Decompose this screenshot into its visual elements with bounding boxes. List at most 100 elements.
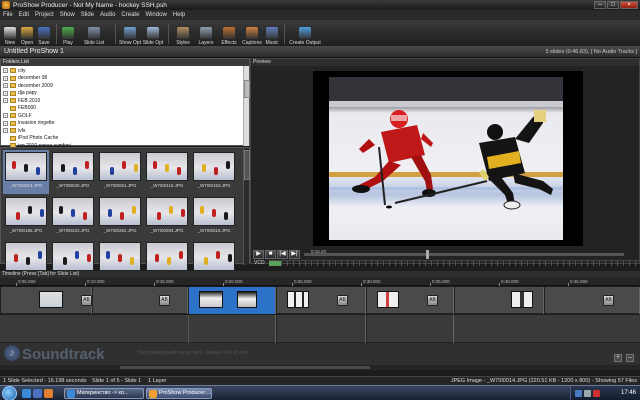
transition-icon[interactable]: AB	[603, 295, 614, 306]
captions-button[interactable]: Captions	[241, 22, 263, 46]
timeline-tick	[16, 283, 17, 286]
file-thumbnail[interactable]: _W7I00284.JPG	[144, 195, 190, 239]
timeline-slide-1[interactable]	[188, 287, 276, 314]
network-icon[interactable]	[575, 390, 582, 397]
music-button[interactable]: Music	[264, 22, 280, 46]
menu-audio[interactable]: Audio	[100, 12, 115, 18]
timeline-slide-4[interactable]	[454, 287, 544, 314]
timeline-slide-gap[interactable]: AB	[92, 287, 188, 314]
taskbar-item-browser[interactable]: Материнство -> ко...	[64, 388, 144, 399]
security-icon[interactable]	[593, 390, 600, 397]
thumbnails-scrollbar[interactable]	[243, 148, 250, 265]
volume-icon[interactable]	[584, 390, 591, 397]
expand-toggle-icon[interactable]: +	[3, 75, 8, 81]
menu-window[interactable]: Window	[145, 12, 166, 18]
folder-item[interactable]: + FEB 2010	[3, 97, 247, 105]
folder-item[interactable]: + december 08	[3, 75, 247, 83]
layers-button[interactable]: Layers	[195, 22, 217, 46]
styles-button[interactable]: Styles	[172, 22, 194, 46]
file-thumbnail[interactable]: _W7I00040.JPG	[50, 150, 96, 194]
folder-item[interactable]: + GOLF	[3, 112, 247, 120]
slide-opt-button[interactable]: Slide Opt	[142, 22, 164, 46]
folder-item[interactable]: iPod Photo Cache	[3, 135, 247, 143]
taskbar-item-proshow[interactable]: ProShow Producer ...	[146, 388, 212, 399]
remove-track-button[interactable]: –	[626, 354, 634, 362]
menu-slide[interactable]: Slide	[81, 12, 94, 18]
effects-button[interactable]: Effects	[218, 22, 240, 46]
transition-icon[interactable]: AB	[159, 295, 170, 306]
timeline-tick-label: 0:05.000	[18, 279, 36, 284]
app-icon	[2, 1, 10, 9]
menu-create[interactable]: Create	[121, 12, 139, 18]
menu-edit[interactable]: Edit	[19, 12, 29, 18]
menu-file[interactable]: File	[3, 12, 13, 18]
menu-help[interactable]: Help	[173, 12, 185, 18]
file-thumbnail[interactable]: _W7I00185.JPG	[3, 195, 49, 239]
new-button[interactable]: New	[2, 22, 18, 46]
expand-toggle-icon[interactable]: +	[3, 98, 8, 104]
file-thumbnail[interactable]: _W7I00222.JPG	[50, 195, 96, 239]
menu-project[interactable]: Project	[35, 12, 54, 18]
transition-icon[interactable]: AB	[81, 295, 92, 306]
expand-toggle-icon[interactable]: +	[3, 113, 8, 119]
folders-scrollbar[interactable]	[243, 66, 250, 146]
timeline-slide-3[interactable]: AB	[366, 287, 454, 314]
playhead-handle[interactable]	[426, 249, 429, 259]
start-button[interactable]	[2, 386, 17, 400]
expand-toggle-icon[interactable]: +	[3, 128, 8, 134]
thumbnail-image	[193, 242, 235, 271]
expand-toggle-icon[interactable]: +	[3, 120, 8, 126]
folder-item[interactable]: + dja papy	[3, 90, 247, 98]
play-button[interactable]: Play	[60, 22, 76, 46]
playback-progress[interactable]	[304, 249, 624, 259]
thumbnail-image	[5, 197, 47, 226]
folder-label: FEB 2010	[18, 97, 41, 104]
timeline-slide-2[interactable]: AB	[276, 287, 366, 314]
soundtrack-area[interactable]: ♪ Soundtrack Drop background songs here.…	[0, 343, 640, 365]
browser-icon[interactable]	[33, 389, 42, 398]
timeline-scrollbar[interactable]	[0, 365, 640, 370]
maximize-button[interactable]: □	[607, 1, 619, 9]
transition-icon[interactable]: AB	[337, 295, 348, 306]
menu-show[interactable]: Show	[60, 12, 75, 18]
file-thumbnail[interactable]: _W7I00014.JPG	[3, 150, 49, 194]
toolbar-separator	[115, 24, 116, 44]
show-desktop-icon[interactable]	[22, 389, 31, 398]
thumbnail-label: _W7I00262.JPG	[103, 228, 137, 233]
stop-button[interactable]: ■	[265, 249, 276, 259]
file-thumbnail[interactable]: _W7I00262.JPG	[97, 195, 143, 239]
previous-button[interactable]: |◀	[277, 249, 288, 259]
file-thumbnail[interactable]: _W7I00061.JPG	[97, 150, 143, 194]
transition-icon[interactable]: AB	[427, 295, 438, 306]
toolbar-separator	[284, 24, 285, 44]
folder-item[interactable]: + ivfs	[3, 127, 247, 135]
minimize-button[interactable]: –	[594, 1, 606, 9]
next-button[interactable]: ▶|	[289, 249, 300, 259]
thumbnail-label: _W7I00284.JPG	[150, 228, 184, 233]
file-thumbnail[interactable]: _W7I00153.JPG	[191, 150, 237, 194]
expand-toggle-icon[interactable]: +	[3, 90, 8, 96]
timeline-slide-5[interactable]: AB	[544, 287, 640, 314]
expand-toggle-icon[interactable]: +	[3, 68, 8, 74]
folder-item[interactable]: + december 2009	[3, 82, 247, 90]
folder-item[interactable]: FEB000	[3, 105, 247, 113]
file-thumbnail[interactable]: _W7I00116.JPG	[144, 150, 190, 194]
timeline-ruler[interactable]: 0:05.000 0:10.000 0:15.000 0:20.000 0:25.000…	[0, 278, 640, 286]
show-opt-button[interactable]: Show Opt	[119, 22, 141, 46]
slide-list-button[interactable]: Slide List	[77, 22, 111, 46]
open-button[interactable]: Open	[19, 22, 35, 46]
file-thumbnail[interactable]: _W7I00315.JPG	[191, 195, 237, 239]
folder-item[interactable]: + invasion ringette	[3, 120, 247, 128]
folder-item[interactable]: + city	[3, 67, 247, 75]
media-player-icon[interactable]	[44, 389, 53, 398]
thumbnail-image	[99, 152, 141, 181]
add-track-button[interactable]: +	[614, 354, 622, 362]
thumbnail-label: _W7I00315.JPG	[197, 228, 231, 233]
create-output-button[interactable]: Create Output	[288, 22, 322, 46]
close-button[interactable]: ×	[620, 1, 638, 9]
save-button[interactable]: Save	[36, 22, 52, 46]
timeline-slide-empty[interactable]: AB	[0, 287, 92, 314]
play-button[interactable]: ▶	[253, 249, 264, 259]
folders-panel: Folders List + city + december 08 + december …	[0, 58, 250, 149]
expand-toggle-icon[interactable]: +	[3, 83, 8, 89]
